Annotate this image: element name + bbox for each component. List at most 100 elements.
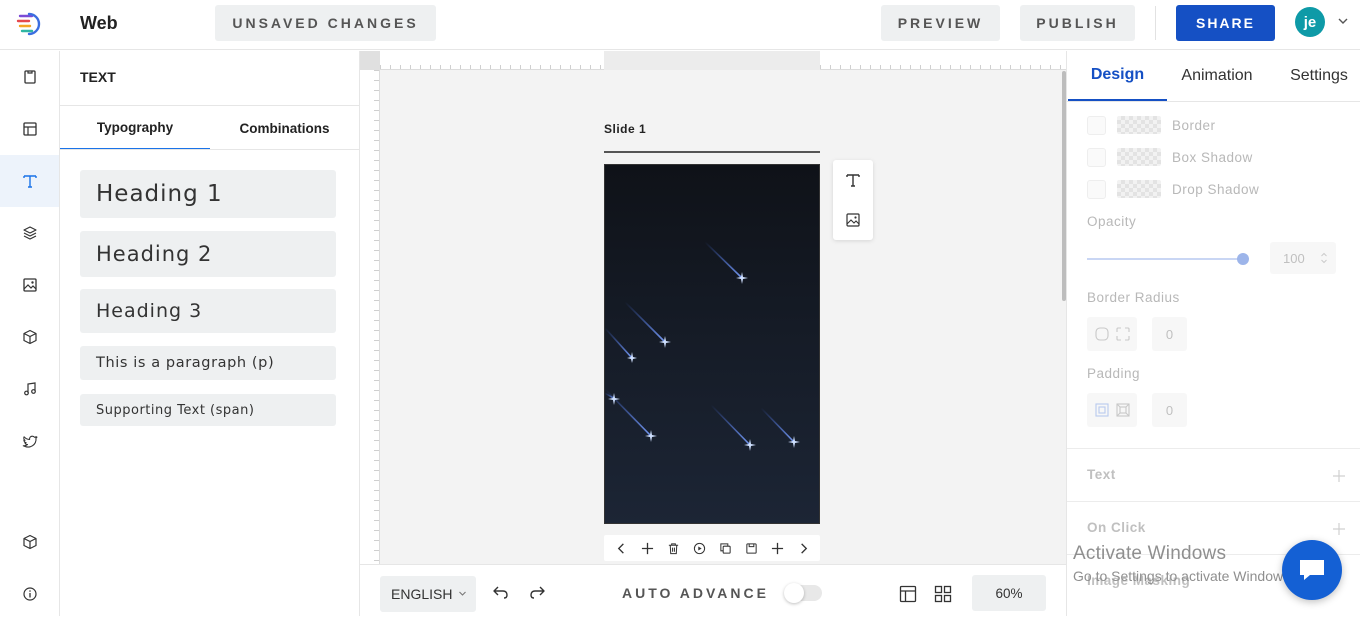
unsaved-changes-indicator: UNSAVED CHANGES xyxy=(215,5,436,41)
opacity-slider[interactable] xyxy=(1087,258,1245,260)
border-row: Border xyxy=(1087,115,1216,135)
border-radius-input[interactable]: 0 xyxy=(1152,317,1187,351)
play-slide-button[interactable] xyxy=(692,541,706,555)
save-icon xyxy=(745,542,757,554)
ruler-corner xyxy=(360,51,380,70)
padding-label: Padding xyxy=(1087,366,1141,381)
chevron-left-icon xyxy=(617,542,624,554)
publish-button[interactable]: PUBLISH xyxy=(1020,5,1135,41)
add-slide-button[interactable] xyxy=(640,541,654,555)
border-label: Border xyxy=(1172,117,1216,133)
rail-layers-button[interactable] xyxy=(0,207,59,259)
editor-canvas[interactable]: Slide 1 xyxy=(360,51,1066,564)
opacity-label: Opacity xyxy=(1087,214,1137,229)
box-shadow-checkbox[interactable] xyxy=(1087,147,1106,167)
padding-all-icon[interactable] xyxy=(1094,402,1110,418)
stepper-icon[interactable] xyxy=(1320,250,1328,266)
auto-advance-label: AUTO ADVANCE xyxy=(622,585,769,601)
slide-preview[interactable] xyxy=(604,164,820,524)
tab-typography[interactable]: Typography xyxy=(60,106,210,150)
padding-sides-icon[interactable] xyxy=(1115,402,1131,418)
opacity-slider-handle[interactable] xyxy=(1237,253,1249,265)
rail-text-button[interactable] xyxy=(0,155,59,207)
text-section-header[interactable]: Text xyxy=(1087,467,1116,482)
grid-view-icon[interactable] xyxy=(934,585,952,603)
radius-corners-icon[interactable] xyxy=(1115,326,1131,342)
music-icon xyxy=(23,382,36,396)
delete-slide-button[interactable] xyxy=(666,541,680,555)
image-icon xyxy=(22,278,37,292)
span-style[interactable]: Supporting Text (span) xyxy=(80,394,336,426)
heading-2-style[interactable]: Heading 2 xyxy=(80,231,336,277)
properties-panel: Design Animation Settings Border Box Sha… xyxy=(1066,51,1360,616)
language-select[interactable]: ENGLISH xyxy=(380,576,476,612)
padding-mode[interactable] xyxy=(1087,393,1137,427)
tab-design[interactable]: Design xyxy=(1068,51,1167,101)
border-color-swatch[interactable] xyxy=(1117,116,1161,134)
auto-advance-toggle[interactable] xyxy=(784,583,822,603)
opacity-input[interactable]: 100 xyxy=(1270,242,1336,274)
chevron-down-icon xyxy=(459,591,466,596)
rail-info-button[interactable] xyxy=(0,568,59,620)
tab-animation[interactable]: Animation xyxy=(1167,51,1267,101)
rail-pages-button[interactable] xyxy=(0,51,59,103)
box-shadow-color-swatch[interactable] xyxy=(1117,148,1161,166)
page-icon xyxy=(23,70,36,84)
rail-layout-button[interactable] xyxy=(0,103,59,155)
expand-on-click-plus-icon[interactable] xyxy=(1332,522,1346,536)
copy-icon xyxy=(719,542,731,554)
info-icon xyxy=(22,587,37,601)
padding-input[interactable]: 0 xyxy=(1152,393,1187,427)
app-logo-icon[interactable] xyxy=(16,10,44,38)
add-image-button[interactable] xyxy=(833,200,873,240)
on-click-section-header[interactable]: On Click xyxy=(1087,520,1146,535)
app-title: Web xyxy=(80,13,118,33)
text-tool-icon xyxy=(846,174,860,187)
rail-image-button[interactable] xyxy=(0,259,59,311)
radius-all-icon[interactable] xyxy=(1094,326,1110,342)
duplicate-slide-button[interactable] xyxy=(718,541,732,555)
drop-shadow-checkbox[interactable] xyxy=(1087,179,1106,199)
heading-1-style[interactable]: Heading 1 xyxy=(80,170,336,218)
panel-title: TEXT xyxy=(80,69,116,85)
preview-button[interactable]: PREVIEW xyxy=(881,5,1000,41)
paragraph-style[interactable]: This is a paragraph (p) xyxy=(80,346,336,380)
save-slide-button[interactable] xyxy=(744,541,758,555)
user-avatar[interactable]: je xyxy=(1295,7,1325,37)
rail-social-button[interactable] xyxy=(0,415,59,467)
tab-settings[interactable]: Settings xyxy=(1277,51,1360,101)
plus-icon xyxy=(771,542,783,554)
tab-combinations[interactable]: Combinations xyxy=(210,106,359,150)
border-checkbox[interactable] xyxy=(1087,115,1106,135)
layout-view-icon[interactable] xyxy=(899,585,917,603)
chat-bubble-icon xyxy=(1300,560,1324,580)
drop-shadow-color-swatch[interactable] xyxy=(1117,180,1161,198)
play-circle-icon xyxy=(693,542,705,554)
zoom-level[interactable]: 60% xyxy=(972,575,1046,611)
left-icon-rail xyxy=(0,51,60,616)
border-radius-mode[interactable] xyxy=(1087,317,1137,351)
rail-3d-button[interactable] xyxy=(0,311,59,363)
next-slide-button[interactable] xyxy=(796,541,810,555)
add-text-button[interactable] xyxy=(833,160,873,200)
rail-packages-button[interactable] xyxy=(0,516,59,568)
add-slide-after-button[interactable] xyxy=(770,541,784,555)
redo-icon[interactable] xyxy=(527,582,547,602)
undo-icon[interactable] xyxy=(491,582,511,602)
heading-3-style[interactable]: Heading 3 xyxy=(80,289,336,333)
tabs-divider xyxy=(1067,101,1360,102)
expand-text-plus-icon[interactable] xyxy=(1332,469,1346,483)
chat-support-button[interactable] xyxy=(1282,540,1342,600)
box-shadow-label: Box Shadow xyxy=(1172,149,1253,165)
account-chevron-down-icon[interactable] xyxy=(1336,14,1350,28)
image-tool-icon xyxy=(846,213,860,227)
box-shadow-row: Box Shadow xyxy=(1087,147,1253,167)
twitter-icon xyxy=(22,435,38,448)
top-bar: Web UNSAVED CHANGES PREVIEW PUBLISH SHAR… xyxy=(0,0,1360,50)
vertical-ruler xyxy=(360,70,380,564)
rail-audio-button[interactable] xyxy=(0,363,59,415)
chevron-right-icon xyxy=(800,542,807,554)
share-button[interactable]: SHARE xyxy=(1176,5,1275,41)
trash-icon xyxy=(668,542,678,554)
prev-slide-button[interactable] xyxy=(614,541,628,555)
